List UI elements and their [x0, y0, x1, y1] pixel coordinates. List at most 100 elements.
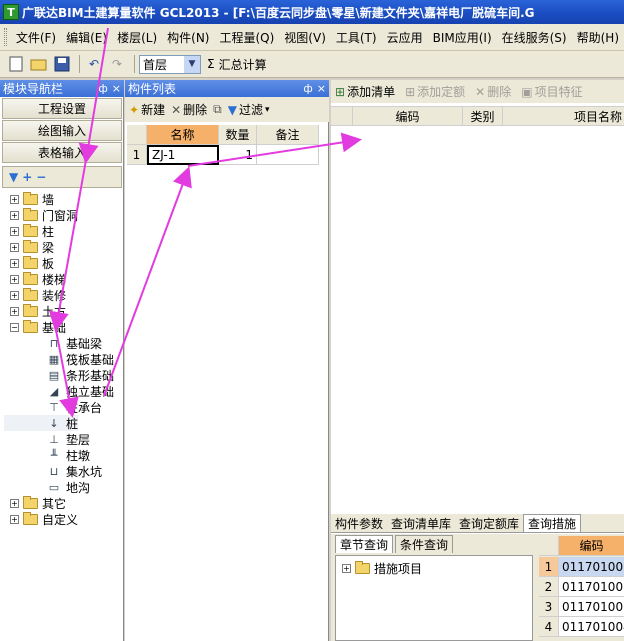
- expand-icon[interactable]: +: [10, 290, 19, 300]
- component-note-cell[interactable]: [257, 145, 319, 165]
- expand-icon[interactable]: +: [10, 210, 19, 220]
- redo-icon[interactable]: ↷: [107, 54, 127, 74]
- sum-calc-button[interactable]: Σ 汇总计算: [207, 56, 267, 73]
- menu-component[interactable]: 构件(N): [162, 29, 214, 46]
- code-cell[interactable]: 011701001: [559, 557, 624, 577]
- filter-button[interactable]: ▼ 过滤 ▾: [228, 101, 270, 118]
- tree-item-foundation-beam[interactable]: ⊓ 基础梁: [4, 335, 102, 351]
- tree-item-pile[interactable]: ↓ 桩: [4, 415, 79, 431]
- menu-cloud[interactable]: 云应用: [382, 29, 428, 46]
- expand-all-icon[interactable]: +: [22, 170, 32, 184]
- tree-item-earthwork[interactable]: + 土方: [4, 303, 66, 319]
- menu-online[interactable]: 在线服务(S): [497, 29, 572, 46]
- table-row[interactable]: 1 011701001: [539, 557, 624, 577]
- expand-icon[interactable]: +: [10, 274, 19, 284]
- expand-icon[interactable]: +: [10, 306, 19, 316]
- save-icon[interactable]: [52, 54, 72, 74]
- code-cell[interactable]: 011701002: [559, 577, 624, 597]
- menu-help[interactable]: 帮助(H): [572, 29, 624, 46]
- tab-query-measures[interactable]: 查询措施: [523, 514, 582, 532]
- table-row[interactable]: 3 011701003: [539, 597, 624, 617]
- menu-view[interactable]: 视图(V): [279, 29, 331, 46]
- add-list-button[interactable]: ⊞ 添加清单: [335, 83, 395, 100]
- close-icon[interactable]: ×: [317, 82, 326, 95]
- tree-item-strip-foundation[interactable]: ▤ 条形基础: [4, 367, 114, 383]
- undo-icon[interactable]: ↶: [84, 54, 104, 74]
- pin-icon[interactable]: ф: [98, 82, 107, 95]
- nav-button-project-settings[interactable]: 工程设置: [2, 98, 122, 119]
- tree-item-measures[interactable]: + 措施项目: [336, 560, 422, 576]
- tree-item-column[interactable]: + 柱: [4, 223, 54, 239]
- expand-icon[interactable]: +: [10, 514, 19, 524]
- collapse-all-icon[interactable]: −: [36, 170, 46, 184]
- tab-query-quota-lib[interactable]: 查询定额库: [455, 514, 523, 532]
- delete-button[interactable]: ✕ 删除: [475, 83, 511, 100]
- expand-icon[interactable]: +: [10, 498, 19, 508]
- tab-component-params[interactable]: 构件参数: [331, 514, 387, 532]
- copy-icon[interactable]: ⧉: [213, 102, 222, 117]
- floor-select[interactable]: 首层 ▼: [139, 54, 201, 74]
- code-cell[interactable]: 011701003: [559, 597, 624, 617]
- menu-bim[interactable]: BIM应用(I): [428, 29, 497, 46]
- tree-item-decoration[interactable]: + 装修: [4, 287, 66, 303]
- code-cell[interactable]: 011701004: [559, 617, 624, 637]
- column-header-category[interactable]: 类别: [463, 106, 503, 126]
- expand-icon[interactable]: +: [10, 194, 19, 204]
- tree-item-label: 筏板基础: [66, 352, 115, 367]
- column-header-code[interactable]: 编码: [353, 106, 463, 126]
- menu-quantity[interactable]: 工程量(Q): [214, 29, 279, 46]
- open-folder-icon[interactable]: [29, 54, 49, 74]
- nav-button-drawing-input[interactable]: 绘图输入: [2, 120, 122, 141]
- component-name-cell[interactable]: ZJ-1: [147, 145, 219, 165]
- chevron-down-icon[interactable]: ▼: [184, 55, 200, 73]
- menu-edit[interactable]: 编辑(E): [61, 29, 112, 46]
- tree-item-label: 其它: [42, 496, 67, 511]
- menu-file[interactable]: 文件(F): [11, 29, 61, 46]
- column-header-name[interactable]: 名称: [147, 125, 219, 145]
- tree-item-pile-cap[interactable]: ⊤ 桩承台: [4, 399, 102, 415]
- tree-item-isolated-foundation[interactable]: ◢ 独立基础: [4, 383, 114, 399]
- expand-icon[interactable]: +: [342, 563, 351, 573]
- menu-tools[interactable]: 工具(T): [331, 29, 382, 46]
- expand-icon[interactable]: +: [10, 226, 19, 236]
- raft-foundation-icon: ▦: [48, 352, 60, 366]
- delete-component-button[interactable]: ✕ 删除: [171, 101, 207, 118]
- component-qty-cell[interactable]: 1: [219, 145, 257, 165]
- item-feature-button[interactable]: ▣ 项目特征: [521, 83, 582, 100]
- expand-icon[interactable]: +: [10, 258, 19, 268]
- table-row[interactable]: 4 011701004: [539, 617, 624, 637]
- new-component-button[interactable]: ✦ 新建: [129, 101, 165, 118]
- tree-item-wall[interactable]: + 墙: [4, 191, 54, 207]
- tree-item-other[interactable]: + 其它: [4, 495, 66, 511]
- tree-item-foundation[interactable]: − 基础: [4, 319, 66, 335]
- column-header-code[interactable]: 编码: [559, 536, 624, 556]
- nav-button-table-input[interactable]: 表格输入: [2, 142, 122, 163]
- tree-item-cushion[interactable]: ⊥ 垫层: [4, 431, 90, 447]
- tree-item-door-window[interactable]: + 门窗洞: [4, 207, 78, 223]
- expand-icon[interactable]: +: [10, 242, 19, 252]
- add-quota-button[interactable]: ⊞ 添加定额: [405, 83, 465, 100]
- filter-icon[interactable]: ▼: [9, 170, 18, 184]
- tree-item-custom[interactable]: + 自定义: [4, 511, 78, 527]
- tree-item-stair[interactable]: + 楼梯: [4, 271, 66, 287]
- menu-floor[interactable]: 楼层(L): [112, 29, 162, 46]
- close-icon[interactable]: ×: [112, 82, 121, 95]
- collapse-icon[interactable]: −: [10, 322, 19, 332]
- tree-item-raft-foundation[interactable]: ▦ 筏板基础: [4, 351, 114, 367]
- tree-item-trench[interactable]: ▭ 地沟: [4, 479, 90, 495]
- folder-icon: [23, 223, 38, 237]
- pin-icon[interactable]: ф: [303, 82, 312, 95]
- column-header-note[interactable]: 备注: [257, 125, 319, 145]
- tree-item-column-pier[interactable]: ╨ 柱墩: [4, 447, 90, 463]
- tree-item-beam[interactable]: + 梁: [4, 239, 54, 255]
- table-row[interactable]: 1 ZJ-1 1: [127, 145, 319, 165]
- tree-item-slab[interactable]: + 板: [4, 255, 54, 271]
- column-header-quantity[interactable]: 数量: [219, 125, 257, 145]
- subtab-condition-query[interactable]: 条件查询: [395, 535, 454, 553]
- new-file-icon[interactable]: [6, 54, 26, 74]
- tab-query-list-lib[interactable]: 查询清单库: [387, 514, 455, 532]
- column-header-item-name[interactable]: 项目名称: [503, 106, 624, 126]
- table-row[interactable]: 2 011701002: [539, 577, 624, 597]
- subtab-chapter-query[interactable]: 章节查询: [335, 535, 394, 553]
- tree-item-sump-pit[interactable]: ⊔ 集水坑: [4, 463, 102, 479]
